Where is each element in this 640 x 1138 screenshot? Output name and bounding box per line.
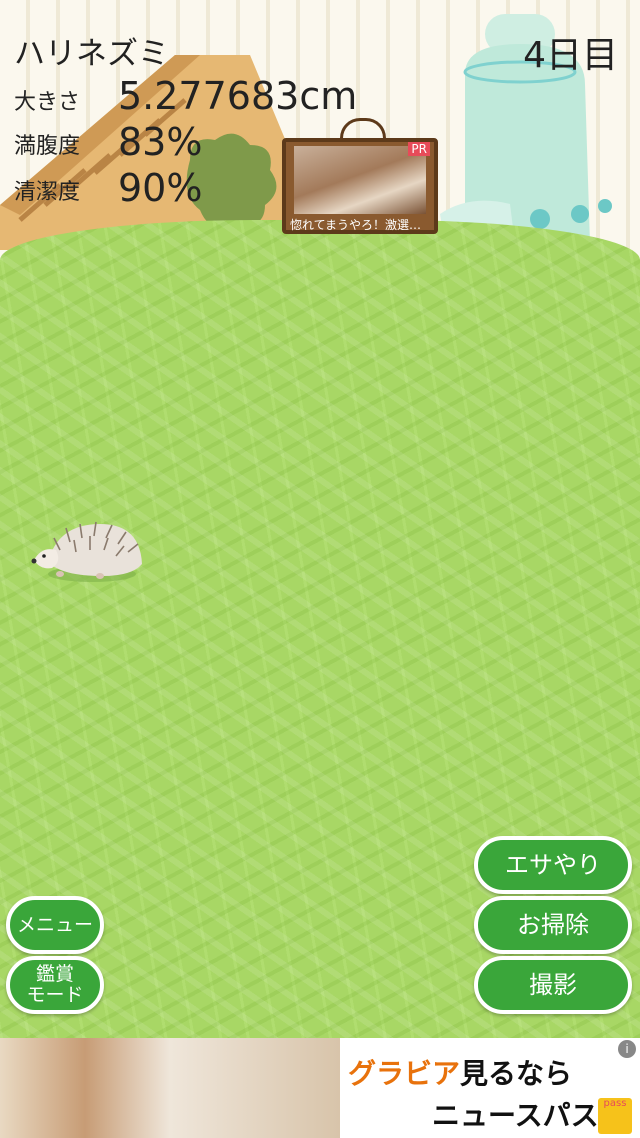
ad-banner-line1: グラビア見るなら [348, 1052, 572, 1092]
size-label: 大きさ [14, 90, 81, 115]
day-counter: 4日目 [523, 35, 618, 76]
cleanliness-value: 90% [118, 166, 203, 210]
sign-ad-photo [294, 146, 426, 214]
ad-banner-line1-rest: 見るなら [460, 1057, 573, 1090]
pr-badge: PR [408, 142, 430, 156]
ad-banner-photo [0, 1038, 340, 1138]
ad-banner-highlight: グラビア [348, 1057, 461, 1090]
fullness-value: 83% [118, 120, 203, 164]
sign-ad[interactable]: PR 惚れてまうやろ！激選… [282, 138, 438, 234]
view-mode-button[interactable]: 鑑賞 モード [6, 956, 104, 1014]
view-mode-label-1: 鑑賞 [35, 963, 74, 986]
pet-name: ハリネズミ [14, 36, 169, 72]
sign-ad-text: 惚れてまうやろ！激選… [290, 218, 422, 232]
ad-banner-line2: ニュースパス [432, 1099, 599, 1132]
cleanliness-label: 清潔度 [14, 180, 81, 205]
menu-button[interactable]: メニュー [6, 896, 104, 954]
view-mode-label-2: モード [26, 984, 84, 1006]
size-value: 5.277683cm [118, 74, 358, 118]
hedgehog-pet[interactable] [30, 520, 142, 586]
photo-button[interactable]: 撮影 [474, 956, 632, 1014]
pass-logo: pass [598, 1098, 632, 1134]
feed-button[interactable]: エサやり [474, 836, 632, 894]
fullness-label: 満腹度 [14, 134, 81, 159]
clean-button[interactable]: お掃除 [474, 896, 632, 954]
ad-banner[interactable]: グラビア見るなら ニュースパス pass i [0, 1038, 640, 1138]
ad-info-icon[interactable]: i [618, 1040, 636, 1058]
